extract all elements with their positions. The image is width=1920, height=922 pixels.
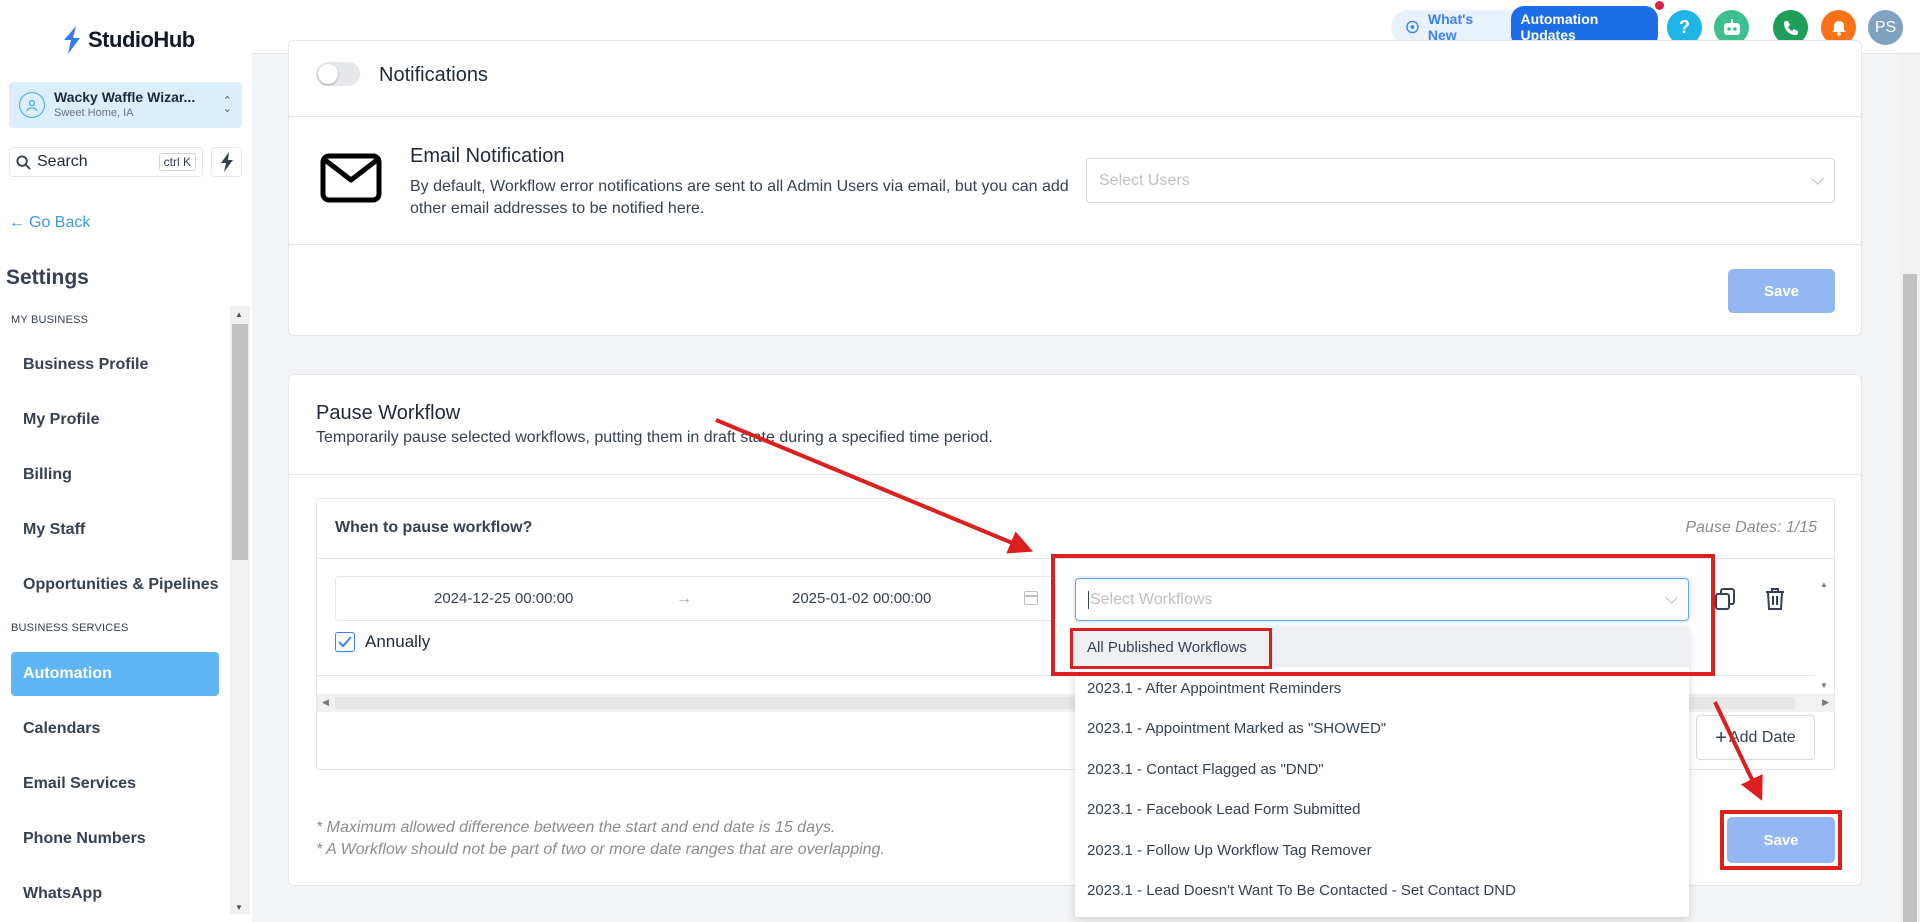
workflow-option[interactable]: 2023.1 - Follow Up Workflow Tag Remover	[1075, 830, 1689, 870]
notifications-toggle[interactable]	[316, 62, 360, 86]
account-name: Wacky Waffle Wizar...	[54, 89, 196, 105]
notifications-save-button[interactable]: Save	[1728, 269, 1835, 313]
start-date[interactable]: 2024-12-25 00:00:00	[434, 590, 573, 607]
settings-title: Settings	[6, 266, 89, 289]
divider	[289, 116, 1861, 117]
search-label: Search	[37, 153, 88, 170]
search-shortcut: ctrl K	[158, 153, 196, 171]
scroll-up-icon[interactable]: ▲	[1820, 580, 1828, 589]
pause-workflow-description: Temporarily pause selected workflows, pu…	[316, 429, 993, 446]
quick-actions-button[interactable]	[211, 147, 242, 177]
pause-workflow-title: Pause Workflow	[316, 402, 461, 424]
calendar-icon	[1024, 591, 1038, 605]
sidebar: StudioHub Wacky Waffle Wizar... Sweet Ho…	[0, 0, 252, 922]
note-max-difference: * Maximum allowed difference between the…	[316, 819, 836, 836]
sidebar-item-calendars[interactable]: Calendars	[11, 707, 219, 751]
email-notification-title: Email Notification	[410, 145, 565, 167]
scroll-down-icon[interactable]: ▼	[235, 903, 243, 912]
sidebar-item-business-profile[interactable]: Business Profile	[11, 343, 219, 387]
whats-new-widget[interactable]: What's New Automation Updates	[1391, 1, 1664, 48]
main-scroll-thumb[interactable]	[1903, 274, 1917, 922]
sidebar-item-my-staff[interactable]: My Staff	[11, 508, 219, 552]
search-icon	[16, 154, 31, 170]
copy-icon	[1715, 588, 1735, 610]
avatar-initials: PS	[1874, 18, 1897, 36]
brand-logo[interactable]: StudioHub	[62, 26, 195, 54]
phone-icon	[1783, 20, 1798, 35]
brand-name: StudioHub	[88, 27, 195, 52]
workflow-option[interactable]: 2023.1 - Appointment Marked as "SHOWED"	[1075, 708, 1689, 748]
account-switcher[interactable]: Wacky Waffle Wizar... Sweet Home, IA ⌃ ⌄	[9, 82, 242, 128]
scroll-up-icon[interactable]: ▲	[235, 310, 243, 319]
notifications-label: Notifications	[379, 64, 488, 86]
whats-new-label: What's New	[1427, 11, 1474, 43]
toggle-knob	[318, 64, 338, 84]
plus-icon: +	[1715, 726, 1727, 749]
sidebar-item-automation[interactable]: Automation	[11, 652, 219, 696]
chevron-down-icon	[1811, 172, 1824, 185]
check-icon	[338, 636, 352, 648]
account-location: Sweet Home, IA	[54, 107, 134, 119]
pause-dates-count: Pause Dates: 1/15	[1685, 519, 1817, 536]
annotation-box-all-published	[1070, 628, 1272, 669]
inner-vertical-scrollbar[interactable]: ▲ ▼	[1815, 576, 1833, 694]
search-input[interactable]: Search ctrl K	[9, 147, 203, 177]
mail-icon	[320, 153, 382, 203]
logo-icon	[62, 26, 82, 54]
annually-checkbox[interactable]: Annually	[335, 632, 430, 652]
help-label: ?	[1679, 17, 1690, 37]
divider	[289, 244, 1861, 245]
annually-label: Annually	[365, 632, 431, 651]
add-date-button[interactable]: + Add Date	[1696, 715, 1815, 760]
sidebar-item-opportunities[interactable]: Opportunities & Pipelines	[11, 563, 219, 607]
note-overlap: * A Workflow should not be part of two o…	[316, 841, 885, 858]
sparkle-icon	[1406, 20, 1419, 34]
automation-updates-label: Automation Updates	[1520, 11, 1599, 43]
arrow-left-icon: ←	[9, 214, 25, 231]
go-back-link[interactable]: ← Go Back	[9, 214, 90, 232]
email-notification-description: By default, Workflow error notifications…	[410, 178, 1069, 217]
chevron-updown-icon: ⌃ ⌄	[222, 95, 232, 115]
sidebar-item-billing[interactable]: Billing	[11, 453, 219, 497]
select-users-dropdown[interactable]: Select Users	[1086, 158, 1835, 203]
go-back-label: Go Back	[29, 214, 91, 231]
sidebar-scroll-thumb[interactable]	[232, 324, 248, 560]
avatar[interactable]: PS	[1868, 10, 1903, 45]
divider	[289, 474, 1861, 475]
location-icon	[19, 92, 45, 118]
scroll-left-icon[interactable]: ◀	[322, 697, 329, 708]
delete-button[interactable]	[1761, 584, 1789, 614]
sidebar-item-whatsapp[interactable]: WhatsApp	[11, 872, 219, 916]
section-my-business: MY BUSINESS	[11, 314, 89, 326]
workflow-option[interactable]: 2023.1 - Contact Flagged as "DND"	[1075, 749, 1689, 789]
sidebar-item-phone-numbers[interactable]: Phone Numbers	[11, 817, 219, 861]
select-users-placeholder: Select Users	[1099, 171, 1190, 189]
end-date[interactable]: 2025-01-02 00:00:00	[792, 590, 931, 607]
trash-icon	[1766, 588, 1784, 610]
date-range-picker[interactable]: 2024-12-25 00:00:00 → 2025-01-02 00:00:0…	[335, 576, 1056, 621]
workflow-option[interactable]: 2023.1 - Lead Doesn't Want To Be Contact…	[1075, 870, 1689, 910]
annotation-box-save	[1720, 810, 1842, 870]
when-to-pause-label: When to pause workflow?	[335, 519, 533, 536]
robot-icon	[1723, 18, 1740, 35]
scroll-down-icon[interactable]: ▼	[1820, 681, 1828, 690]
notification-dot	[1654, 1, 1664, 10]
section-business-services: BUSINESS SERVICES	[11, 622, 129, 634]
bell-icon	[1831, 20, 1846, 36]
sidebar-scrollbar[interactable]: ▲ ▼	[230, 306, 250, 914]
sidebar-item-my-profile[interactable]: My Profile	[11, 398, 219, 442]
arrow-right-icon: →	[676, 589, 692, 607]
main-scrollbar[interactable]	[1900, 54, 1920, 922]
scroll-right-icon[interactable]: ▶	[1822, 697, 1829, 708]
add-date-label: Add Date	[1728, 728, 1796, 746]
bolt-icon	[220, 152, 233, 172]
sidebar-item-email-services[interactable]: Email Services	[11, 762, 219, 806]
workflow-option[interactable]: 2023.1 - Facebook Lead Form Submitted	[1075, 789, 1689, 829]
copy-button[interactable]	[1711, 584, 1739, 614]
checkbox[interactable]	[335, 632, 355, 652]
